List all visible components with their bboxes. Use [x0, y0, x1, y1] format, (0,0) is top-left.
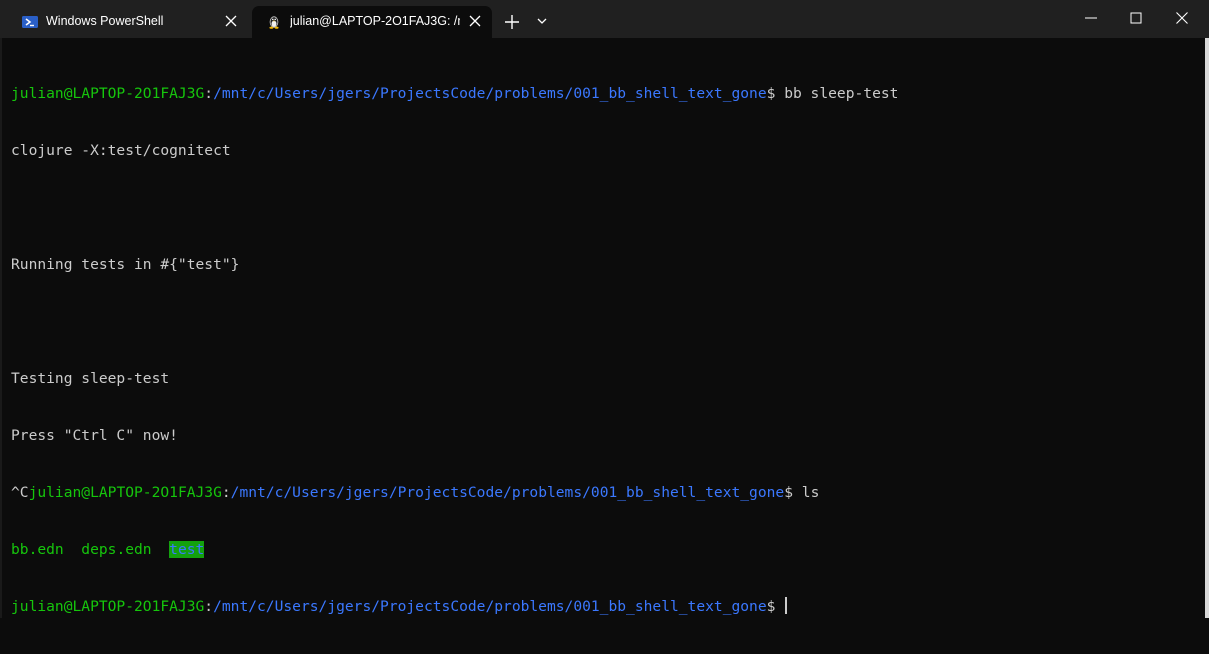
prompt-separator: : [204, 85, 214, 102]
terminal-window: Windows PowerShell julian@LAPTOP-2O1FAJ3… [0, 0, 1209, 618]
ls-file: bb.edn [11, 541, 64, 558]
chevron-down-icon[interactable] [535, 14, 549, 28]
linux-penguin-icon [269, 16, 279, 29]
terminal-line: bb.edn deps.edn test [11, 540, 1209, 559]
prompt-user: julian@LAPTOP-2O1FAJ3G [11, 85, 205, 102]
plus-icon[interactable] [502, 12, 522, 32]
terminal-line: ^Cjulian@LAPTOP-2O1FAJ3G:/mnt/c/Users/jg… [11, 483, 1209, 502]
ls-gap [152, 541, 170, 558]
prompt-separator: : [204, 598, 214, 615]
text-cursor [785, 597, 787, 614]
terminal-line: Running tests in #{"test"} [11, 256, 240, 273]
close-icon[interactable] [1173, 9, 1191, 27]
ls-file: deps.edn [81, 541, 152, 558]
tab-label: julian@LAPTOP-2O1FAJ3G: /m [290, 14, 460, 28]
ls-directory: test [169, 541, 205, 558]
interrupt-marker: ^C [11, 484, 29, 501]
prompt-path: /mnt/c/Users/jgers/ProjectsCode/problems… [230, 484, 785, 501]
terminal-line: clojure -X:test/cognitect [11, 142, 231, 159]
prompt-symbol: $ [766, 85, 785, 102]
prompt-path: /mnt/c/Users/jgers/ProjectsCode/problems… [213, 598, 767, 615]
tab-label: Windows PowerShell [46, 14, 164, 28]
prompt-user: julian@LAPTOP-2O1FAJ3G [28, 484, 222, 501]
tab-windows-powershell[interactable]: Windows PowerShell [8, 6, 248, 38]
prompt-symbol: $ [766, 598, 785, 615]
prompt-user: julian@LAPTOP-2O1FAJ3G [11, 598, 205, 615]
title-bar[interactable]: Windows PowerShell julian@LAPTOP-2O1FAJ3… [0, 0, 1209, 38]
terminal-line: julian@LAPTOP-2O1FAJ3G:/mnt/c/Users/jger… [11, 84, 1209, 103]
terminal-line: Testing sleep-test [11, 370, 170, 387]
prompt-path: /mnt/c/Users/jgers/ProjectsCode/problems… [213, 85, 767, 102]
command-text: ls [801, 484, 820, 501]
close-icon[interactable] [468, 14, 482, 28]
terminal-line: Press "Ctrl C" now! [11, 427, 178, 444]
terminal-line: julian@LAPTOP-2O1FAJ3G:/mnt/c/Users/jger… [11, 597, 1209, 616]
minimize-icon[interactable] [1082, 9, 1100, 27]
prompt-separator: : [221, 484, 231, 501]
command-text: bb sleep-test [784, 85, 899, 102]
ls-gap [64, 541, 82, 558]
powershell-icon [22, 16, 38, 28]
maximize-icon[interactable] [1127, 9, 1145, 27]
terminal-output[interactable]: julian@LAPTOP-2O1FAJ3G:/mnt/c/Users/jger… [11, 46, 1209, 654]
tab-julian-laptop[interactable]: julian@LAPTOP-2O1FAJ3G: /m [252, 6, 492, 38]
prompt-symbol: $ [784, 484, 802, 501]
window-right-edge [1205, 38, 1209, 618]
window-left-edge [0, 38, 2, 618]
close-icon[interactable] [224, 14, 238, 28]
